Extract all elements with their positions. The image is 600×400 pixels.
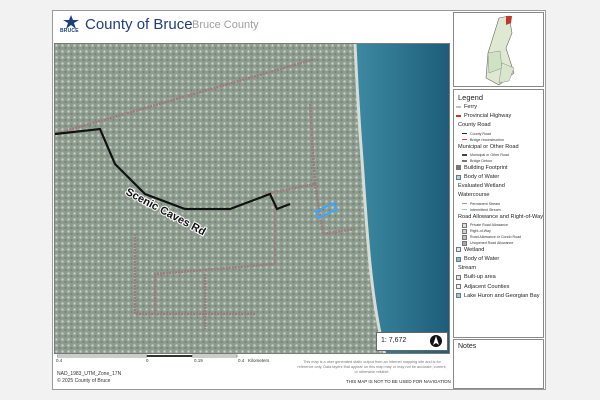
legend-label: Right-of-Way [470, 229, 491, 234]
legend-label: Adjacent Counties [464, 283, 510, 290]
legend-label: County Road [470, 131, 491, 136]
legend-symbol [456, 274, 461, 280]
legend-item: Body of Water [456, 174, 499, 180]
page-title: County of Bruce [85, 16, 193, 33]
legend-symbol [462, 132, 467, 135]
legend-item: Body of Water [456, 256, 499, 262]
legend-label: Lake Huron and Georgian Bay [464, 292, 540, 299]
legend-label: Watercourse [458, 192, 490, 199]
legend-label: Provincial Highway [464, 113, 512, 120]
legend-item: Adjacent Counties [456, 284, 509, 290]
map-view[interactable]: Scenic Caves Rd [54, 43, 450, 354]
legend-label: Evaluated Wetland [458, 183, 505, 190]
scalebar-tick: 0.4 [238, 358, 245, 363]
legend-item: Bridge Detour [462, 159, 492, 163]
coordinate-system: NAD_1983_UTM_Zone_17N [57, 371, 122, 377]
legend-item: Stream [456, 265, 476, 271]
legend-item: Municipal or Other Road [462, 153, 509, 157]
north-arrow-icon [430, 334, 442, 353]
logo-text: BRUCE [60, 28, 79, 34]
legend-item: Evaluated Wetland [456, 183, 505, 189]
scale-ratio: 1: 7,672 [381, 337, 407, 344]
legend-symbol [456, 165, 461, 171]
legend-item: Private Road Allowance [462, 222, 508, 228]
legend-symbol [462, 160, 467, 162]
legend-symbol [456, 284, 461, 290]
legend-item: Ferry [456, 104, 477, 110]
legend-item: Bridge reconstruction [462, 138, 504, 142]
map-subtitle: Bruce County [192, 19, 259, 31]
legend-symbol [462, 208, 467, 211]
navigation-warning: THIS MAP IS NOT TO BE USED FOR NAVIGATIO… [346, 379, 451, 384]
legend-symbol [456, 293, 461, 299]
legend-label: Stream [458, 265, 477, 272]
scalebar-tick: 0.19 [194, 358, 203, 363]
legend-item: Intermittent Stream [462, 208, 501, 212]
legend-symbol [456, 115, 461, 117]
legend-label: Ferry [464, 104, 478, 110]
legend-item: Building Footprint [456, 165, 508, 171]
notes-title: Notes [458, 343, 477, 350]
legend-item: Right-of-Way [462, 228, 491, 234]
legend-item: Road Allowance and Right-of-Way [456, 214, 543, 220]
legend-label: Wetland [464, 246, 485, 253]
legend-label: Body of Water [464, 174, 500, 180]
scale-bar [57, 354, 238, 358]
scalebar-unit: Kilometers [248, 358, 270, 363]
legend-label: Intermittent Stream [470, 207, 501, 212]
notes-panel: Notes [453, 339, 544, 389]
legend-label: Road Allowance or Condo Road [470, 235, 522, 240]
legend-item: Provincial Highway [456, 113, 511, 119]
legend-item: Built-up area [456, 274, 496, 280]
legend-label: Municipal or Other Road [470, 152, 509, 157]
legend-symbol [462, 240, 467, 246]
legend-symbol [462, 138, 467, 141]
scalebar-tick: 0.4 [56, 358, 63, 363]
legend-symbol [462, 234, 467, 240]
copyright: © 2025 County of Bruce [57, 378, 111, 384]
legend-label: Permanent Stream [470, 201, 501, 206]
locator-map[interactable] [453, 12, 544, 87]
legend-label: Private Road Allowance [470, 223, 508, 228]
legend-label: Body of Water [464, 256, 500, 262]
legend-symbol [456, 247, 461, 253]
scalebar-tick: 0 [146, 358, 149, 363]
legend-label: Road Allowance and Right-of-Way [458, 213, 543, 220]
legend-label: Building Footprint [464, 164, 508, 171]
legend-label: Unopened Road Allowance [470, 241, 514, 246]
legend-label: Municipal or Other Road [458, 143, 519, 150]
legend-symbol [462, 222, 467, 228]
legend-label: Built-up area [464, 274, 496, 281]
legend-item: Watercourse [456, 192, 490, 198]
legend-symbol [456, 174, 461, 180]
legend-label: County Road [458, 122, 491, 129]
legend-item: County Road [462, 132, 491, 136]
legend-label: Bridge Detour [470, 158, 493, 163]
legend-item: Municipal or Other Road [456, 144, 519, 150]
legend-panel: Legend Ferry Provincial Highway County Roa… [453, 89, 544, 338]
legend-symbol [456, 256, 461, 262]
legend-label: Bridge reconstruction [470, 137, 504, 142]
legend-item: Lake Huron and Georgian Bay [456, 293, 540, 299]
legend-item: Wetland [456, 247, 484, 253]
legend-item: Permanent Stream [462, 202, 500, 206]
legend-item: County Road [456, 122, 491, 128]
location-marker [506, 16, 512, 25]
legend-symbol [462, 154, 467, 156]
legend-symbol [456, 106, 461, 108]
disclaimer: This map is a user generated static outp… [297, 360, 447, 374]
legend-symbol [462, 228, 467, 234]
legend-symbol [462, 202, 467, 205]
legend-item: Unopened Road Allowance [462, 240, 514, 246]
legend-title: Legend [458, 93, 484, 102]
legend-item: Road Allowance or Condo Road [462, 234, 522, 240]
